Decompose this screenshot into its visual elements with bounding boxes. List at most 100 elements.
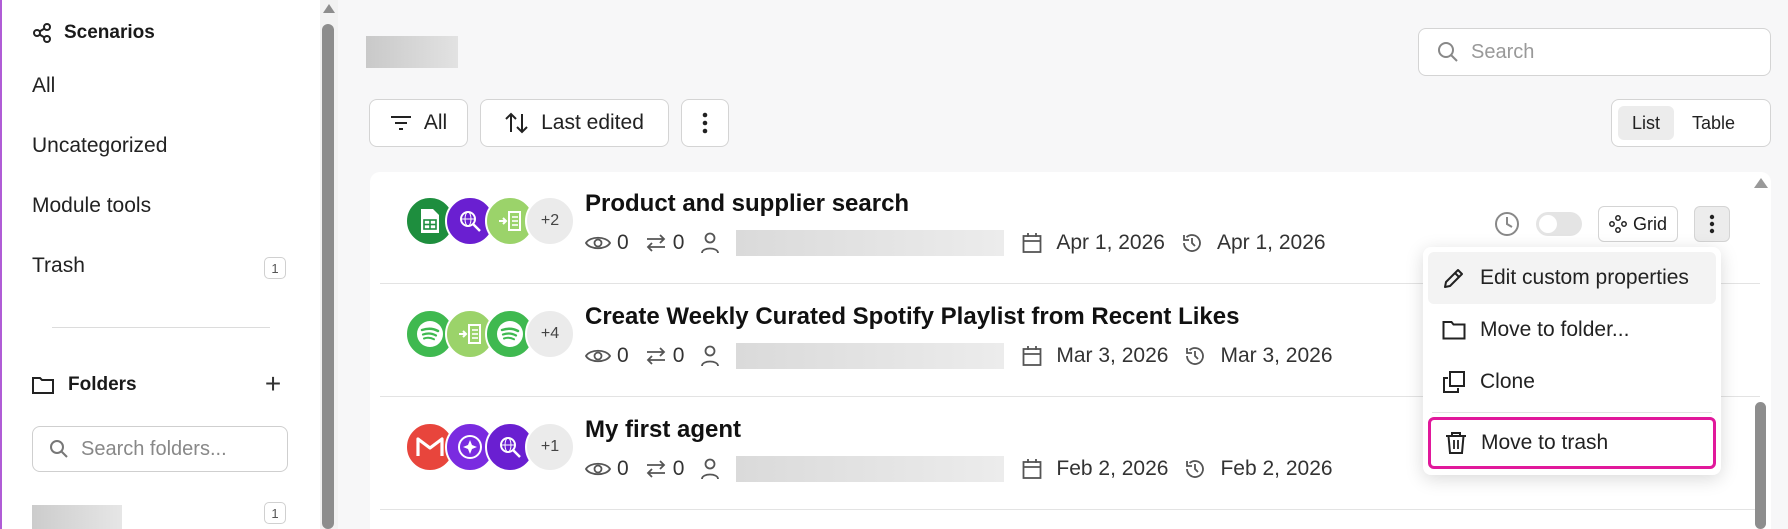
- more-modules-count: +4: [525, 309, 575, 359]
- sort-button[interactable]: Last edited: [480, 99, 669, 147]
- user-icon: [701, 232, 720, 254]
- page-title-redacted: [366, 36, 458, 68]
- history-icon: [1183, 234, 1201, 252]
- scenario-title[interactable]: Product and supplier search: [585, 190, 909, 218]
- menu-item-label: Clone: [1480, 370, 1535, 393]
- user-icon: [701, 345, 720, 367]
- trash-count-badge: 1: [264, 257, 286, 279]
- sidebar: Scenarios All Uncategorized Module tools…: [0, 0, 320, 529]
- folders-header-label: Folders: [68, 374, 137, 395]
- operations-icon: [646, 234, 665, 252]
- created-date: Apr 1, 2026: [1056, 231, 1165, 254]
- module-icons: +2: [405, 196, 575, 246]
- search-box[interactable]: [1418, 28, 1771, 76]
- folder-count-badge: 1: [264, 502, 286, 524]
- eye-icon: [585, 236, 611, 250]
- folder-icon: [1442, 321, 1466, 340]
- grid-button[interactable]: Grid: [1597, 206, 1678, 242]
- sidebar-item-uncategorized[interactable]: Uncategorized: [32, 134, 167, 158]
- menu-divider: [1432, 412, 1712, 413]
- add-folder-button[interactable]: +: [258, 370, 288, 400]
- module-icons: +1: [405, 422, 575, 472]
- toolbar-more-button[interactable]: [681, 99, 729, 147]
- folder-search-input[interactable]: [81, 437, 281, 461]
- module-icons: +4: [405, 309, 575, 359]
- sort-icon: [505, 112, 528, 134]
- calendar-icon: [1022, 346, 1042, 366]
- edited-date: Mar 3, 2026: [1220, 344, 1333, 367]
- history-icon: [1186, 460, 1205, 478]
- sidebar-item-trash[interactable]: Trash: [32, 254, 85, 278]
- folder-item-redacted[interactable]: [32, 505, 122, 529]
- search-icon: [50, 440, 68, 458]
- operations-count: 0: [672, 344, 685, 367]
- filter-icon: [390, 116, 411, 130]
- search-icon: [1438, 42, 1458, 62]
- scenarios-header-label: Scenarios: [64, 22, 155, 43]
- filter-button[interactable]: All: [369, 99, 468, 147]
- scenario-meta: 0 0 Feb 2, 2026 Feb 2, 2026: [585, 454, 1349, 484]
- edited-date: Apr 1, 2026: [1216, 231, 1326, 254]
- row-actions: Grid: [1494, 206, 1730, 242]
- owner-redacted: [736, 230, 1005, 256]
- owner-redacted: [736, 456, 1005, 482]
- sidebar-scrollbar[interactable]: [320, 0, 338, 529]
- menu-item-edit-custom-properties[interactable]: Edit custom properties: [1428, 252, 1716, 304]
- operations-icon: [646, 347, 665, 365]
- eye-icon: [585, 462, 611, 476]
- sidebar-item-all[interactable]: All: [32, 74, 55, 98]
- sidebar-scroll-thumb[interactable]: [322, 24, 334, 529]
- eye-icon: [585, 349, 611, 363]
- sort-label: Last edited: [541, 111, 644, 134]
- menu-item-move-to-trash[interactable]: Move to trash: [1428, 417, 1716, 469]
- view-list-button[interactable]: List: [1618, 106, 1675, 140]
- scroll-up-icon[interactable]: [1754, 178, 1768, 188]
- copy-icon: [1443, 371, 1465, 393]
- trash-icon: [1446, 432, 1466, 454]
- menu-item-clone[interactable]: Clone: [1428, 356, 1716, 408]
- calendar-icon: [1022, 459, 1042, 479]
- more-vertical-icon: [702, 112, 708, 134]
- view-table-button[interactable]: Table: [1678, 106, 1749, 140]
- grid-icon: [1609, 215, 1627, 233]
- scroll-up-icon[interactable]: [323, 4, 335, 13]
- scenario-title[interactable]: My first agent: [585, 416, 741, 444]
- operations-count: 0: [672, 457, 685, 480]
- calendar-icon: [1022, 233, 1042, 253]
- list-scroll-thumb[interactable]: [1755, 402, 1766, 529]
- views-count: 0: [617, 344, 629, 367]
- folder-search[interactable]: [32, 426, 288, 472]
- scenario-meta: 0 0 Mar 3, 2026 Mar 3, 2026: [585, 341, 1349, 371]
- owner-redacted: [736, 343, 1005, 369]
- folders-header: Folders: [32, 374, 137, 396]
- menu-item-label: Move to folder...: [1480, 318, 1630, 341]
- operations-count: 0: [672, 231, 685, 254]
- list-scrollbar[interactable]: [1751, 176, 1769, 529]
- share-icon: [33, 23, 51, 43]
- grid-label: Grid: [1632, 213, 1667, 234]
- scenario-meta: 0 0 Apr 1, 2026 Apr 1, 2026: [585, 228, 1342, 258]
- created-date: Mar 3, 2026: [1056, 344, 1169, 367]
- more-vertical-icon: [1709, 214, 1715, 234]
- scenario-active-toggle[interactable]: [1535, 212, 1582, 236]
- menu-item-move-to-folder[interactable]: Move to folder...: [1428, 304, 1716, 356]
- scenario-title[interactable]: Create Weekly Curated Spotify Playlist f…: [585, 303, 1239, 331]
- more-modules-count: +2: [525, 196, 575, 246]
- more-modules-count: +1: [525, 422, 575, 472]
- views-count: 0: [617, 457, 629, 480]
- operations-icon: [646, 460, 665, 478]
- views-count: 0: [617, 231, 629, 254]
- pencil-icon: [1444, 269, 1463, 288]
- row-more-button[interactable]: [1694, 206, 1730, 242]
- clock-icon[interactable]: [1494, 211, 1520, 237]
- context-menu: Edit custom properties Move to folder...…: [1423, 247, 1721, 475]
- history-icon: [1186, 347, 1205, 365]
- sidebar-divider: [52, 327, 270, 328]
- filter-label: All: [423, 111, 448, 134]
- menu-item-label: Edit custom properties: [1480, 266, 1689, 289]
- sidebar-item-module-tools[interactable]: Module tools: [32, 194, 151, 218]
- edited-date: Feb 2, 2026: [1220, 457, 1333, 480]
- created-date: Feb 2, 2026: [1056, 457, 1169, 480]
- view-toggle: List Table: [1611, 99, 1771, 147]
- search-input[interactable]: [1471, 40, 1751, 64]
